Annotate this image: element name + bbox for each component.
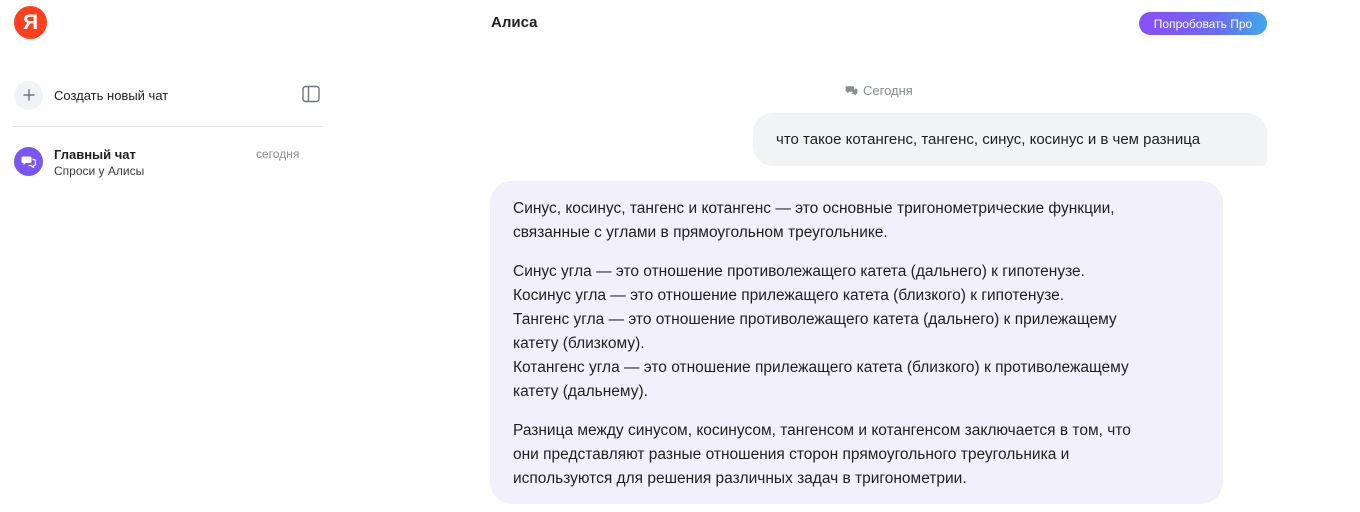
chat-bubbles-icon: [845, 86, 858, 96]
assistant-line: Котангенс угла — это отношение прилежаще…: [513, 359, 1129, 376]
plus-icon: [14, 80, 43, 110]
new-chat-button[interactable]: Создать новый чат: [14, 80, 324, 110]
chat-item-title: Главный чат: [54, 147, 136, 162]
assistant-line: Синус угла — это отношение противолежаще…: [513, 263, 1085, 280]
user-message: что такое котангенс, тангенс, синус, кос…: [753, 113, 1267, 166]
assistant-line: они представляют разные отношения сторон…: [513, 446, 1070, 463]
assistant-paragraph: Синус, косинус, тангенс и котангенс — эт…: [513, 197, 1201, 245]
chat-bubbles-icon: [14, 147, 43, 176]
sidebar-chat-item[interactable]: Главный чат Спроси у Алисы сегодня: [14, 145, 310, 181]
chat-item-subtitle: Спроси у Алисы: [54, 164, 145, 178]
date-separator-label: Сегодня: [863, 83, 913, 98]
yandex-logo[interactable]: Я: [14, 6, 47, 39]
sidebar-panel-icon[interactable]: [302, 85, 320, 103]
assistant-message: Синус, косинус, тангенс и котангенс — эт…: [490, 181, 1223, 504]
assistant-paragraph: Синус угла — это отношение противолежаще…: [513, 260, 1201, 404]
assistant-line: используются для решения различных задач…: [513, 470, 967, 487]
assistant-line: катету (близкому).: [513, 335, 645, 352]
assistant-line: Синус, косинус, тангенс и котангенс — эт…: [513, 200, 1115, 217]
new-chat-label: Создать новый чат: [54, 87, 169, 103]
sidebar-divider: [12, 126, 323, 127]
assistant-line: катету (дальнему).: [513, 383, 648, 400]
assistant-line: Тангенс угла — это отношение противолежа…: [513, 311, 1117, 328]
assistant-line: связанные с углами в прямоугольном треуг…: [513, 224, 888, 241]
assistant-paragraph: Разница между синусом, косинусом, танген…: [513, 419, 1201, 491]
assistant-line: Разница между синусом, косинусом, танген…: [513, 422, 1131, 439]
try-pro-button[interactable]: Попробовать Про: [1139, 12, 1267, 35]
chat-item-date: сегодня: [256, 147, 300, 161]
page-title: Алиса: [491, 14, 538, 31]
date-separator: Сегодня: [845, 83, 913, 98]
assistant-line: Косинус угла — это отношение прилежащего…: [513, 287, 1065, 304]
